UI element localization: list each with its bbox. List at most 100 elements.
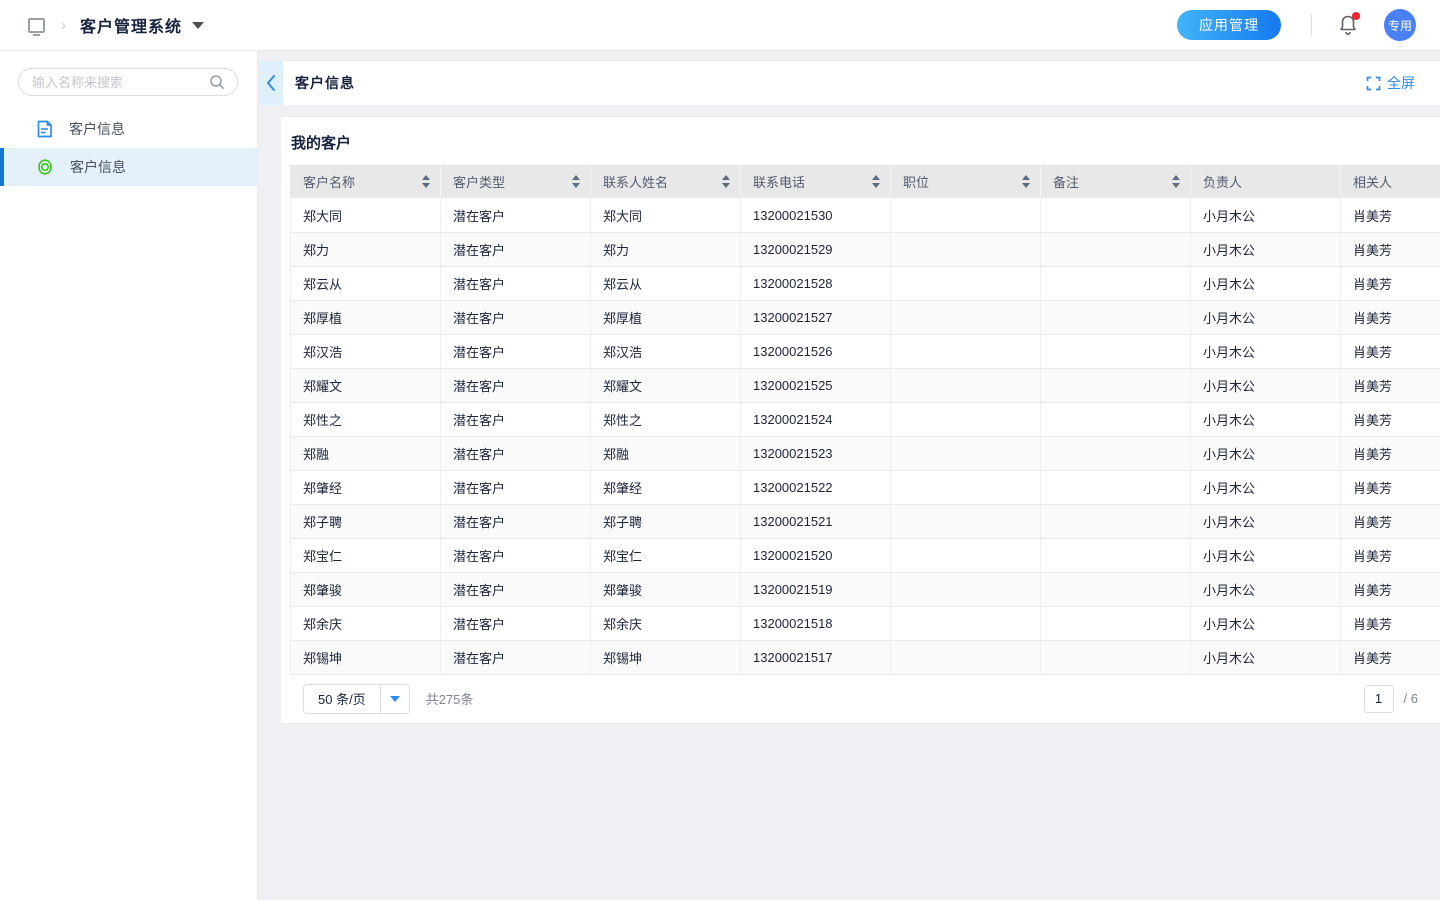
table-row[interactable]: 郑云从潜在客户郑云从13200021528小月木公肖美芳 (291, 266, 1440, 300)
table-cell: 潜在客户 (441, 334, 591, 368)
top-bar: › 客户管理系统 应用管理 专用 (0, 0, 1440, 51)
table-row[interactable]: 郑耀文潜在客户郑耀文13200021525小月木公肖美芳 (291, 368, 1440, 402)
table-cell: 潜在客户 (441, 606, 591, 640)
table-row[interactable]: 郑肇经潜在客户郑肇经13200021522小月木公肖美芳 (291, 470, 1440, 504)
table-row[interactable]: 郑余庆潜在客户郑余庆13200021518小月木公肖美芳 (291, 606, 1440, 640)
table-row[interactable]: 郑大同潜在客户郑大同13200021530小月木公肖美芳 (291, 198, 1440, 232)
avatar[interactable]: 专用 (1384, 9, 1416, 41)
table-cell: 郑汉浩 (591, 334, 741, 368)
table-cell: 13200021520 (741, 538, 891, 572)
column-header-3[interactable]: 联系人姓名 (591, 165, 741, 198)
table-cell: 郑宝仁 (291, 538, 441, 572)
table-row[interactable]: 郑汉浩潜在客户郑汉浩13200021526小月木公肖美芳 (291, 334, 1440, 368)
sort-icon[interactable] (722, 175, 730, 188)
table-cell: 郑云从 (291, 266, 441, 300)
table-cell: 肖美芳 (1341, 232, 1440, 266)
search-icon[interactable] (209, 74, 225, 95)
table-cell: 小月木公 (1191, 402, 1341, 436)
search-input[interactable] (18, 68, 238, 96)
window-icon[interactable] (28, 18, 45, 33)
sort-icon[interactable] (572, 175, 580, 188)
column-header-1[interactable]: 客户名称 (291, 165, 441, 198)
table-cell (1041, 402, 1191, 436)
customer-table: 客户名称客户类型联系人姓名联系电话职位备注负责人相关人 郑大同潜在客户郑大同13… (290, 165, 1440, 675)
table-cell (1041, 436, 1191, 470)
table-cell: 郑融 (591, 436, 741, 470)
page-size-select[interactable]: 50 条/页 (303, 684, 410, 714)
column-header-4[interactable]: 联系电话 (741, 165, 891, 198)
table-cell: 肖美芳 (1341, 640, 1440, 674)
table-cell (891, 504, 1041, 538)
table-cell (1041, 504, 1191, 538)
table-cell (891, 334, 1041, 368)
table-cell: 潜在客户 (441, 198, 591, 232)
sort-icon[interactable] (872, 175, 880, 188)
sort-icon[interactable] (1172, 175, 1180, 188)
table-cell: 郑锡坤 (591, 640, 741, 674)
sidebar-search (18, 68, 237, 96)
sidebar-item-customer-info-1[interactable]: 客户信息 (0, 110, 257, 148)
table-cell (1041, 232, 1191, 266)
table-cell: 潜在客户 (441, 640, 591, 674)
table-row[interactable]: 郑融潜在客户郑融13200021523小月木公肖美芳 (291, 436, 1440, 470)
sort-icon[interactable] (1022, 175, 1030, 188)
sidebar-item-customer-info-2[interactable]: 客户信息 (0, 148, 257, 186)
table-cell: 郑大同 (291, 198, 441, 232)
table-cell: 郑子聘 (591, 504, 741, 538)
page-number-input[interactable] (1364, 685, 1394, 713)
table-row[interactable]: 郑锡坤潜在客户郑锡坤13200021517小月木公肖美芳 (291, 640, 1440, 674)
table-cell (1041, 266, 1191, 300)
table-cell (891, 300, 1041, 334)
table-cell: 郑汉浩 (291, 334, 441, 368)
table-cell: 郑性之 (291, 402, 441, 436)
table-cell: 小月木公 (1191, 232, 1341, 266)
table-cell: 肖美芳 (1341, 504, 1440, 538)
table-cell: 13200021526 (741, 334, 891, 368)
table-cell (891, 232, 1041, 266)
table-cell: 郑耀文 (591, 368, 741, 402)
back-button[interactable] (259, 61, 283, 105)
table-cell: 小月木公 (1191, 538, 1341, 572)
table-cell (1041, 300, 1191, 334)
sidebar-item-label: 客户信息 (69, 119, 125, 139)
table-cell: 13200021529 (741, 232, 891, 266)
table-cell (1041, 334, 1191, 368)
chevron-down-icon[interactable] (192, 22, 204, 29)
main-area: 客户信息 全屏 我的客户 客户名称客户类型联系人姓名联系电话职位备注负责人相关人… (259, 51, 1440, 900)
table-cell: 13200021521 (741, 504, 891, 538)
table-cell (891, 538, 1041, 572)
table-cell (891, 640, 1041, 674)
table-cell: 13200021522 (741, 470, 891, 504)
column-header-7: 负责人 (1191, 165, 1341, 198)
column-header-2[interactable]: 客户类型 (441, 165, 591, 198)
table-row[interactable]: 郑子聘潜在客户郑子聘13200021521小月木公肖美芳 (291, 504, 1440, 538)
column-header-6[interactable]: 备注 (1041, 165, 1191, 198)
table-cell: 13200021519 (741, 572, 891, 606)
fullscreen-button[interactable]: 全屏 (1366, 73, 1415, 93)
sort-icon[interactable] (422, 175, 430, 188)
page-title: 客户信息 (295, 73, 355, 93)
table-cell (1041, 538, 1191, 572)
table-row[interactable]: 郑厚植潜在客户郑厚植13200021527小月木公肖美芳 (291, 300, 1440, 334)
table-cell: 潜在客户 (441, 402, 591, 436)
table-row[interactable]: 郑力潜在客户郑力13200021529小月木公肖美芳 (291, 232, 1440, 266)
table-cell (891, 198, 1041, 232)
table-row[interactable]: 郑肇骏潜在客户郑肇骏13200021519小月木公肖美芳 (291, 572, 1440, 606)
table-row[interactable]: 郑性之潜在客户郑性之13200021524小月木公肖美芳 (291, 402, 1440, 436)
app-title[interactable]: 客户管理系统 (80, 13, 182, 37)
topbar-right-group: 应用管理 专用 (1177, 9, 1416, 41)
table-row[interactable]: 郑宝仁潜在客户郑宝仁13200021520小月木公肖美芳 (291, 538, 1440, 572)
table-cell: 小月木公 (1191, 198, 1341, 232)
page-size-value: 50 条/页 (304, 689, 380, 708)
column-header-5[interactable]: 职位 (891, 165, 1041, 198)
table-cell: 郑厚植 (591, 300, 741, 334)
column-label: 客户名称 (303, 172, 355, 191)
customer-table-wrapper: 客户名称客户类型联系人姓名联系电话职位备注负责人相关人 郑大同潜在客户郑大同13… (290, 165, 1440, 675)
table-cell: 肖美芳 (1341, 300, 1440, 334)
notification-bell-icon[interactable] (1338, 14, 1358, 36)
table-cell: 13200021528 (741, 266, 891, 300)
app-manage-button[interactable]: 应用管理 (1177, 10, 1281, 40)
table-cell: 肖美芳 (1341, 198, 1440, 232)
table-cell: 郑耀文 (291, 368, 441, 402)
table-cell: 肖美芳 (1341, 334, 1440, 368)
